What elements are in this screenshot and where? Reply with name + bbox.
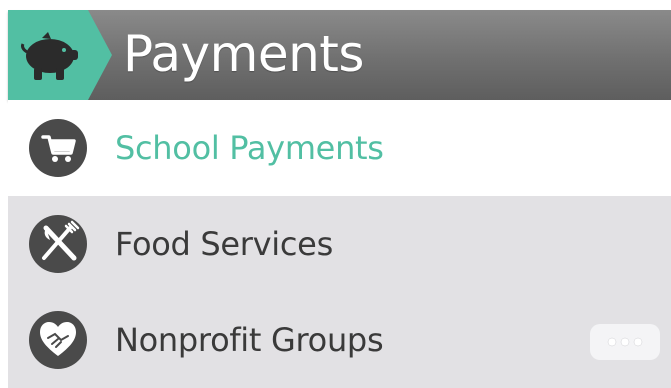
page-title: Payments — [123, 25, 364, 83]
shopping-cart-icon — [29, 119, 87, 177]
menu-item-nonprofit-groups[interactable]: Nonprofit Groups — [8, 292, 671, 388]
header-arrow — [88, 10, 112, 100]
payments-panel: Payments School Payments Food Services N… — [0, 0, 671, 388]
more-options-button[interactable] — [590, 324, 660, 360]
heart-handshake-icon — [29, 311, 87, 369]
fork-knife-icon — [29, 215, 87, 273]
payments-header: Payments — [8, 10, 671, 100]
piggy-bank-icon — [21, 32, 78, 80]
menu-item-label: School Payments — [115, 129, 384, 167]
menu-item-school-payments[interactable]: School Payments — [8, 100, 671, 196]
more-dots-icon — [607, 337, 643, 347]
menu-item-label: Nonprofit Groups — [115, 321, 384, 359]
menu-item-food-services[interactable]: Food Services — [8, 196, 671, 292]
menu-item-label: Food Services — [115, 225, 333, 263]
